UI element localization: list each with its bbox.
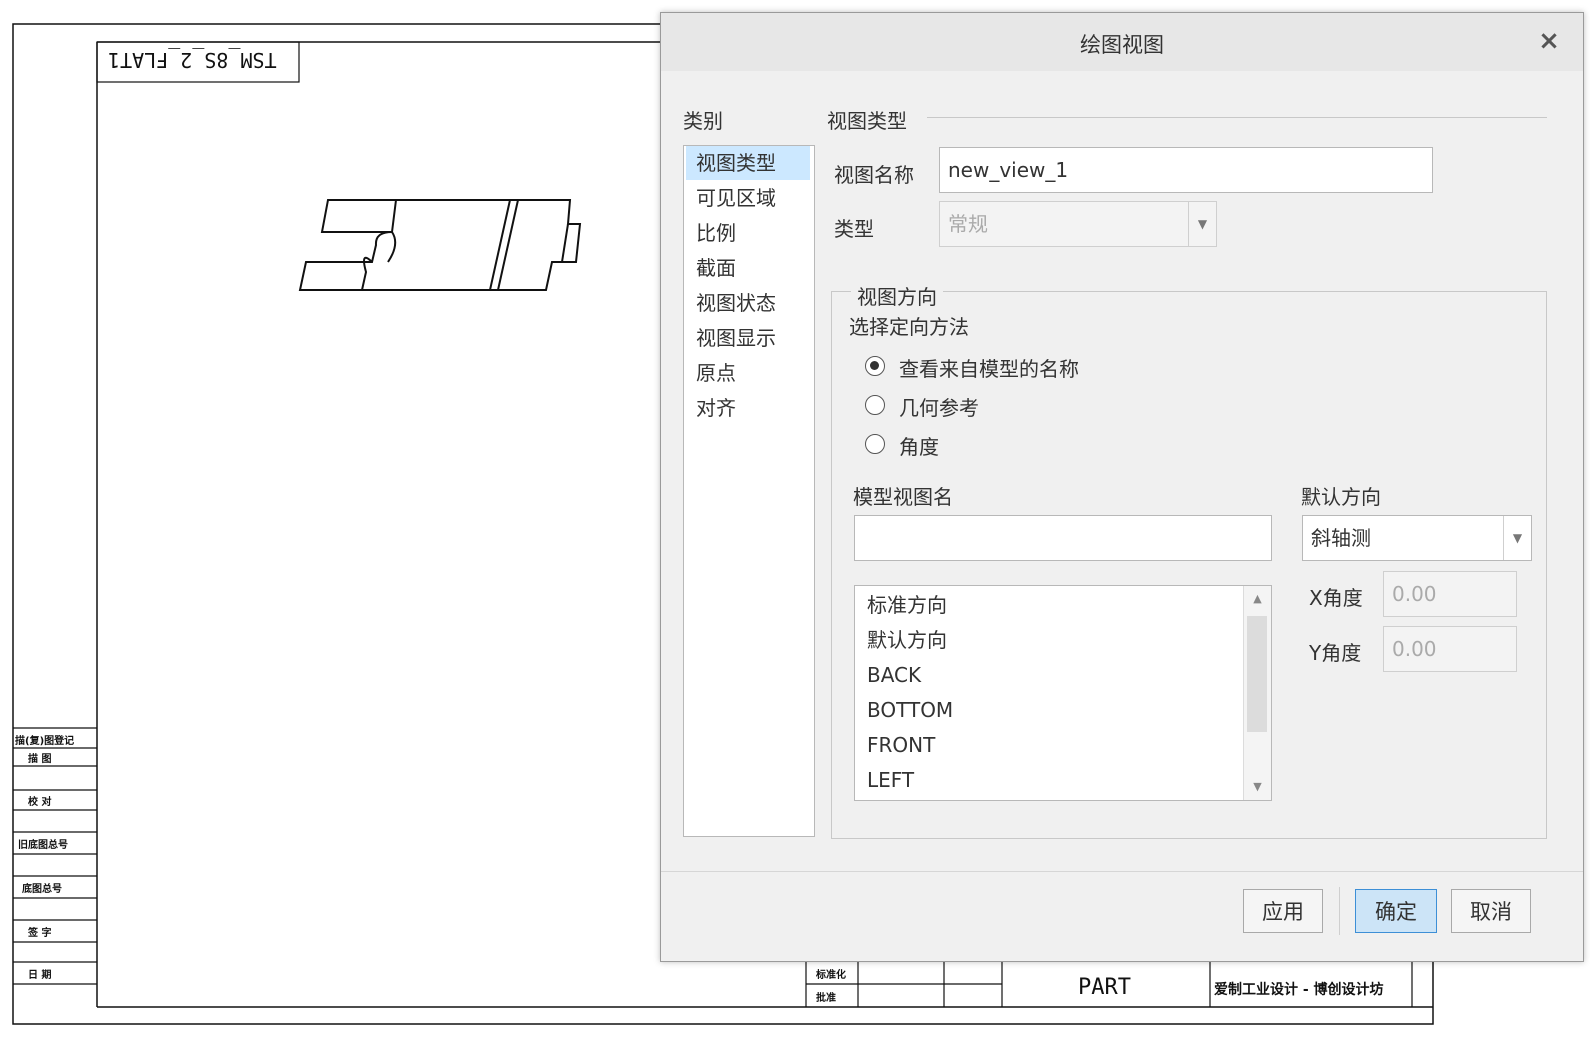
- section-divider: [927, 117, 1547, 118]
- category-item-view-display[interactable]: 视图显示: [686, 321, 810, 355]
- dialog-titlebar[interactable]: 绘图视图 ×: [661, 13, 1583, 71]
- default-orientation-label: 默认方向: [1301, 485, 1381, 509]
- revision-label: 描 图: [28, 754, 52, 765]
- revision-label: 底图总号: [22, 884, 62, 895]
- category-item-view-state[interactable]: 视图状态: [686, 286, 810, 320]
- category-item-origin[interactable]: 原点: [686, 356, 810, 390]
- cancel-button[interactable]: 取消: [1451, 889, 1531, 933]
- type-select[interactable]: 常规 ▼: [939, 201, 1217, 247]
- part-name-label: PART: [1078, 975, 1131, 1000]
- button-separator: [1339, 887, 1340, 935]
- part-sketch: [298, 199, 582, 291]
- model-view-name-input[interactable]: [854, 515, 1272, 561]
- radio-geometry-reference[interactable]: [865, 395, 885, 415]
- radio-angle[interactable]: [865, 434, 885, 454]
- x-angle-input[interactable]: [1383, 571, 1517, 617]
- close-icon[interactable]: ×: [1535, 27, 1563, 55]
- radio-label-geometry-reference[interactable]: 几何参考: [899, 392, 979, 421]
- category-item-scale[interactable]: 比例: [686, 216, 810, 250]
- scrollbar-thumb[interactable]: [1247, 616, 1267, 732]
- title-block-label: 标准化: [816, 970, 846, 981]
- revision-label: 校 对: [28, 797, 52, 808]
- orientation-group-title: 视图方向: [851, 281, 943, 310]
- model-view-list[interactable]: 标准方向 默认方向 BACK BOTTOM FRONT LEFT ▲ ▼: [854, 585, 1272, 801]
- title-block-label: 批准: [816, 993, 836, 1004]
- category-item-view-type[interactable]: 视图类型: [686, 146, 810, 180]
- type-select-value: 常规: [948, 212, 988, 236]
- default-orientation-select[interactable]: 斜轴测 ▼: [1302, 515, 1532, 561]
- model-view-name-label: 模型视图名: [853, 485, 953, 509]
- category-header: 类别: [683, 109, 723, 133]
- chevron-down-icon[interactable]: ▼: [1188, 202, 1216, 246]
- list-item[interactable]: LEFT: [867, 763, 914, 797]
- radio-model-view-name[interactable]: [865, 356, 885, 376]
- revision-label: 日 期: [28, 970, 52, 981]
- footer-divider: [661, 871, 1583, 872]
- category-item-section[interactable]: 截面: [686, 251, 810, 285]
- orientation-method-label: 选择定向方法: [849, 315, 969, 339]
- sheet-file-label: TSM_8S_2_FLAT1: [108, 48, 277, 72]
- dialog-title: 绘图视图: [1080, 33, 1164, 57]
- view-name-input[interactable]: [939, 147, 1433, 193]
- list-item[interactable]: BACK: [867, 658, 921, 692]
- chevron-down-icon[interactable]: ▼: [1503, 516, 1531, 560]
- y-angle-input[interactable]: [1383, 626, 1517, 672]
- list-item[interactable]: 默认方向: [867, 623, 947, 657]
- ok-button[interactable]: 确定: [1355, 889, 1437, 933]
- radio-label-angle[interactable]: 角度: [899, 431, 939, 460]
- default-orientation-value: 斜轴测: [1311, 526, 1371, 550]
- list-item[interactable]: 标准方向: [867, 588, 947, 622]
- x-angle-label: X角度: [1309, 586, 1363, 610]
- view-name-label: 视图名称: [834, 163, 914, 187]
- category-item-alignment[interactable]: 对齐: [686, 391, 810, 425]
- apply-button[interactable]: 应用: [1243, 889, 1323, 933]
- list-item[interactable]: FRONT: [867, 728, 935, 762]
- category-list: 视图类型 可见区域 比例 截面 视图状态 视图显示 原点 对齐: [683, 145, 815, 837]
- revision-label: 签 字: [28, 928, 52, 939]
- scroll-up-icon[interactable]: ▲: [1244, 586, 1271, 612]
- type-label: 类型: [834, 217, 874, 241]
- y-angle-label: Y角度: [1309, 641, 1362, 665]
- drawing-view-dialog: 绘图视图 × 类别 视图类型 可见区域 比例 截面 视图状态 视图显示 原点 对…: [660, 12, 1584, 962]
- revision-label: 描(复)图登记: [15, 736, 75, 747]
- revision-label: 旧底图总号: [18, 840, 68, 851]
- scroll-down-icon[interactable]: ▼: [1244, 774, 1271, 800]
- company-label: 爱制工业设计 - 博创设计坊: [1214, 982, 1384, 998]
- list-scrollbar[interactable]: ▲ ▼: [1243, 586, 1271, 800]
- radio-label-model-view-name[interactable]: 查看来自模型的名称: [899, 353, 1079, 382]
- list-item[interactable]: BOTTOM: [867, 693, 953, 727]
- section-title: 视图类型: [827, 109, 907, 133]
- category-item-visible-area[interactable]: 可见区域: [686, 181, 810, 215]
